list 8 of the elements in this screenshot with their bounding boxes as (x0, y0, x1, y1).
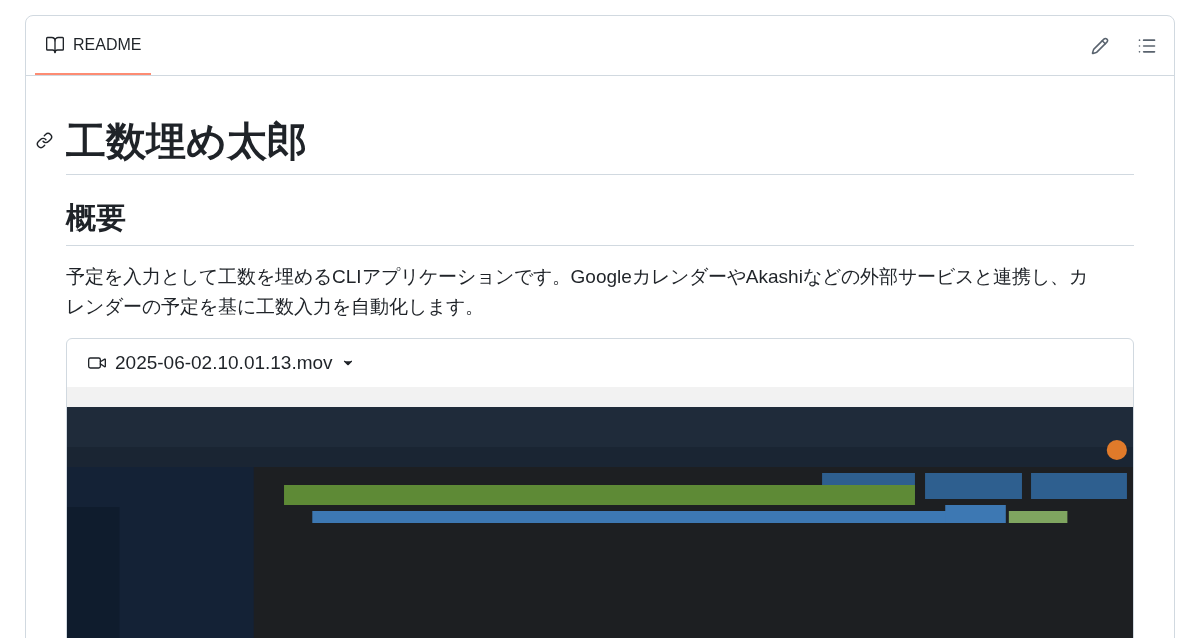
video-file-summary[interactable]: 2025-06-02.10.01.13.mov (67, 339, 375, 388)
pencil-icon (1091, 36, 1109, 55)
book-icon (45, 34, 65, 55)
description-text: 予定を入力として工数を埋めるCLIアプリケーションです。GoogleカレンダーやAkashiなどの外部サービスと連携し、カレンダーの予定を基に工数入力を自動化します。 (66, 264, 1089, 319)
readme-title: 工数埋め太郎 (66, 118, 307, 165)
section-heading: 概要 (66, 199, 1134, 246)
readme-tab[interactable]: README (35, 16, 152, 75)
anchor-link-icon[interactable] (36, 132, 53, 149)
